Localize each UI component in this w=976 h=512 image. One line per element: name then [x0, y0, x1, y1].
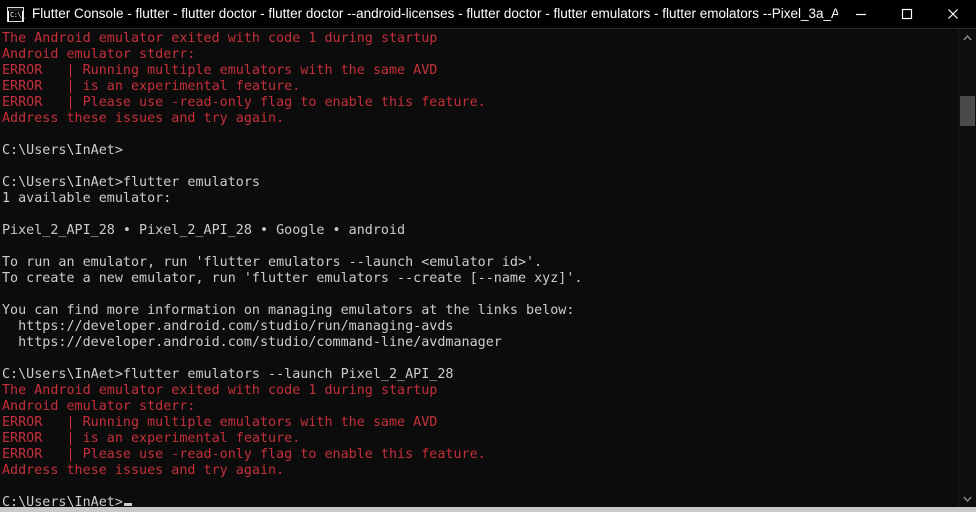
console-line-text: ERROR | Please use -read-only flag to en…	[2, 95, 486, 110]
console-line-text: https://developer.android.com/studio/com…	[2, 335, 502, 350]
console-line: https://developer.android.com/studio/com…	[2, 335, 958, 351]
maximize-button[interactable]	[884, 0, 930, 28]
window-title: Flutter Console - flutter - flutter doct…	[32, 6, 838, 21]
console-line: ERROR | Running multiple emulators with …	[2, 63, 958, 79]
console-app-icon: C:\_	[7, 6, 25, 22]
close-icon	[948, 9, 958, 19]
console-line-text: Android emulator stderr:	[2, 399, 196, 414]
maximize-icon	[901, 8, 913, 20]
chevron-down-icon	[963, 496, 972, 502]
console-line-text: To create a new emulator, run 'flutter e…	[2, 271, 583, 286]
console-line: Pixel_2_API_28 • Pixel_2_API_28 • Google…	[2, 223, 958, 239]
console-line-text: C:\Users\InAet>	[2, 495, 123, 507]
console-line-text: ERROR | Please use -read-only flag to en…	[2, 447, 486, 462]
console-line: C:\Users\InAet>flutter emulators	[2, 175, 958, 191]
console-line-text: ERROR | is an experimental feature.	[2, 431, 301, 446]
console-line-text: Address these issues and try again.	[2, 111, 285, 126]
console-line: Android emulator stderr:	[2, 399, 958, 415]
window-bottom-edge	[0, 507, 976, 512]
console-line-text: The Android emulator exited with code 1 …	[2, 31, 438, 46]
console-area: The Android emulator exited with code 1 …	[0, 29, 976, 507]
console-line-text: C:\Users\InAet>flutter emulators --launc…	[2, 367, 454, 382]
title-bar[interactable]: C:\_ Flutter Console - flutter - flutter…	[0, 0, 976, 29]
console-line: https://developer.android.com/studio/run…	[2, 319, 958, 335]
console-line: C:\Users\InAet>	[2, 143, 958, 159]
console-line: ERROR | Please use -read-only flag to en…	[2, 95, 958, 111]
console-line-text: ERROR | Running multiple emulators with …	[2, 63, 438, 78]
console-line: Android emulator stderr:	[2, 47, 958, 63]
console-line: To create a new emulator, run 'flutter e…	[2, 271, 958, 287]
console-line-text: Address these issues and try again.	[2, 463, 285, 478]
console-line: The Android emulator exited with code 1 …	[2, 31, 958, 47]
console-line: To run an emulator, run 'flutter emulato…	[2, 255, 958, 271]
minimize-icon	[856, 13, 866, 16]
console-line: ERROR | is an experimental feature.	[2, 79, 958, 95]
scroll-up-arrow-icon[interactable]	[959, 29, 976, 46]
console-line: ERROR | is an experimental feature.	[2, 431, 958, 447]
console-output[interactable]: The Android emulator exited with code 1 …	[0, 29, 958, 507]
console-line: 1 available emulator:	[2, 191, 958, 207]
minimize-button[interactable]	[838, 0, 884, 28]
console-line: Address these issues and try again.	[2, 463, 958, 479]
window-controls	[838, 0, 976, 28]
icon-prompt-glyph: C:\_	[9, 10, 25, 21]
console-line: ERROR | Please use -read-only flag to en…	[2, 447, 958, 463]
console-line-text: ERROR | is an experimental feature.	[2, 79, 301, 94]
console-line-text: You can find more information on managin…	[2, 303, 575, 318]
console-line-text: Android emulator stderr:	[2, 47, 196, 62]
console-line: C:\Users\InAet>flutter emulators --launc…	[2, 367, 958, 383]
console-line-text: https://developer.android.com/studio/run…	[2, 319, 454, 334]
console-line: C:\Users\InAet>	[2, 495, 958, 507]
close-button[interactable]	[930, 0, 976, 28]
console-window: C:\_ Flutter Console - flutter - flutter…	[0, 0, 976, 512]
console-line: Address these issues and try again.	[2, 111, 958, 127]
scroll-down-arrow-icon[interactable]	[959, 490, 976, 507]
chevron-up-icon	[963, 34, 972, 40]
console-line-text: C:\Users\InAet>flutter emulators	[2, 175, 260, 190]
console-line-text: Pixel_2_API_28 • Pixel_2_API_28 • Google…	[2, 223, 406, 238]
scrollbar-track[interactable]	[959, 46, 976, 490]
console-line: ERROR | Running multiple emulators with …	[2, 415, 958, 431]
vertical-scrollbar[interactable]	[958, 29, 976, 507]
console-line-text: The Android emulator exited with code 1 …	[2, 383, 438, 398]
console-line: The Android emulator exited with code 1 …	[2, 383, 958, 399]
console-line-text: 1 available emulator:	[2, 191, 172, 206]
console-line-text: ERROR | Running multiple emulators with …	[2, 415, 438, 430]
console-line-text: To run an emulator, run 'flutter emulato…	[2, 255, 543, 270]
console-line: You can find more information on managin…	[2, 303, 958, 319]
scrollbar-thumb[interactable]	[960, 96, 975, 126]
console-line-text: C:\Users\InAet>	[2, 143, 123, 158]
text-cursor	[123, 503, 132, 506]
